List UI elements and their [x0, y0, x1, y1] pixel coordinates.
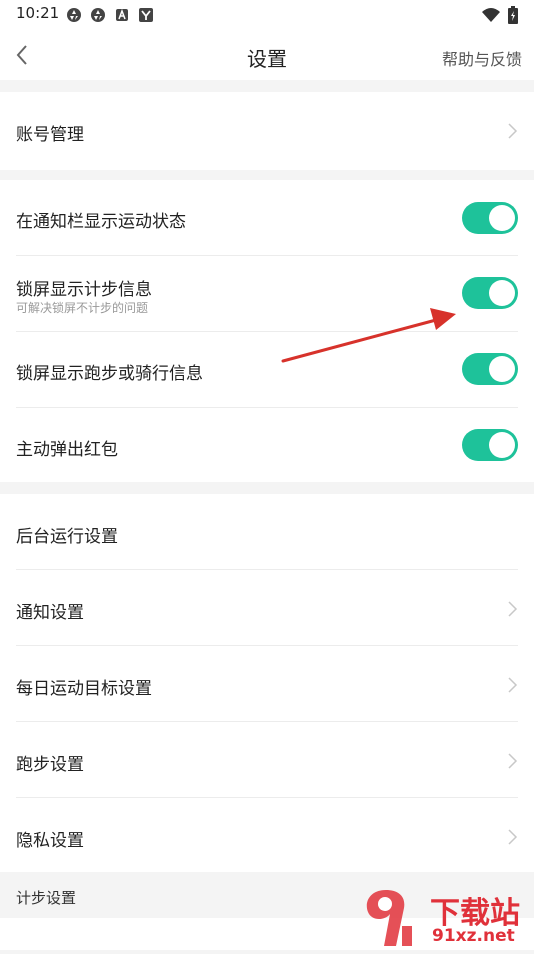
- annotation-arrow-icon: [281, 308, 456, 363]
- watermark: 下载站 91xz.net: [360, 886, 534, 950]
- watermark-domain: 91xz.net: [432, 926, 515, 946]
